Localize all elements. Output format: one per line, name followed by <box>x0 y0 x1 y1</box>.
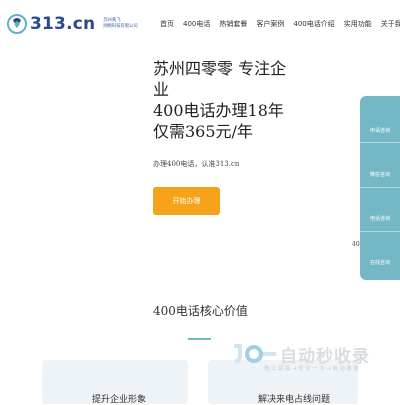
watermark-logo-icon <box>230 342 278 363</box>
logo-text: 313.cn <box>30 14 96 34</box>
start-apply-button[interactable]: 开始办理 <box>153 187 220 215</box>
nav-item-features[interactable]: 实用功能 <box>344 19 372 29</box>
hero-title-line: 苏州四零零 专注企 <box>153 59 287 78</box>
side-divider <box>360 142 400 143</box>
side-contact-panel: 申请咨询 微信咨询 电话咨询 在线咨询 <box>360 96 400 280</box>
hero-title-line: 仅需365元/年 <box>153 122 253 141</box>
nav-item-400-intro[interactable]: 400电话介绍 <box>293 19 334 29</box>
section-title-underline <box>188 338 211 340</box>
side-panel-peek-text: 40 <box>352 241 360 248</box>
logo-sub-line2: 网络科技有限公司 <box>103 24 138 29</box>
site-header: 313.cn 苏州黄飞 网络科技有限公司 首页 400电话 热销套餐 客户案例 … <box>0 0 400 52</box>
hero-description: 办理400电话，认准313.cn <box>153 160 240 168</box>
value-card: 提升企业形象 <box>42 360 188 405</box>
nav-item-home[interactable]: 首页 <box>160 19 174 29</box>
site-logo[interactable]: 313.cn 苏州黄飞 网络科技有限公司 <box>6 13 138 35</box>
side-item-phone-consult[interactable]: 电话咨询 <box>360 215 400 222</box>
value-card-title: 解决来电占线问题 <box>258 395 331 405</box>
nav-item-cases[interactable]: 客户案例 <box>256 19 284 29</box>
section-title: 400电话核心价值 <box>153 304 248 318</box>
side-item-online-consult[interactable]: 在线咨询 <box>360 259 400 266</box>
watermark-slogan: 做上链接→来访一次→自动收录 <box>264 366 361 372</box>
hero-title-line: 业 <box>153 80 170 99</box>
nav-item-hot-packages[interactable]: 热销套餐 <box>219 19 247 29</box>
hero-title-line: 400电话办理18年 <box>153 101 284 120</box>
side-divider <box>360 231 400 232</box>
side-item-apply-consult[interactable]: 申请咨询 <box>360 127 400 134</box>
side-divider <box>360 187 400 188</box>
logo-circle-icon <box>6 13 28 35</box>
main-nav: 首页 400电话 热销套餐 客户案例 400电话介绍 实用功能 关于我们 <box>160 19 400 29</box>
side-item-wechat-consult[interactable]: 微信咨询 <box>360 171 400 178</box>
logo-company-name: 苏州黄飞 网络科技有限公司 <box>103 18 137 30</box>
watermark: 自动秒收录 做上链接→来访一次→自动收录 <box>228 338 388 378</box>
nav-item-400-phone[interactable]: 400电话 <box>183 19 210 29</box>
hero-title: 苏州四零零 专注企 业 400电话办理18年 仅需365元/年 <box>153 58 293 142</box>
value-card-title: 提升企业形象 <box>92 395 147 405</box>
nav-item-about[interactable]: 关于我们 <box>381 19 400 29</box>
